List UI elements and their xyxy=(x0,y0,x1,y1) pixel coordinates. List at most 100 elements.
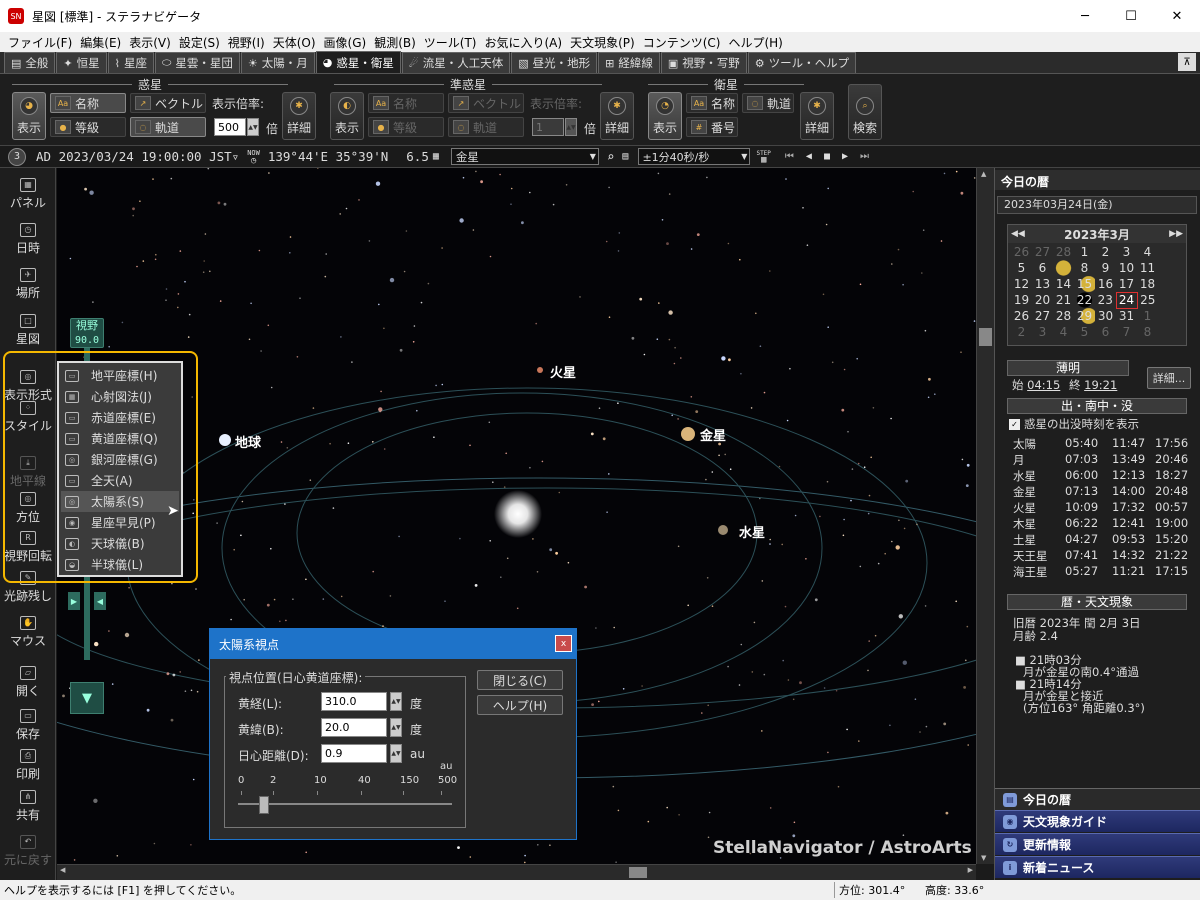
step-back-icon[interactable]: ◀ xyxy=(806,151,812,162)
left-tool-5[interactable]: ⁘ スタイル xyxy=(0,401,56,434)
calendar-day[interactable]: 29 xyxy=(1074,308,1095,324)
menu-option-1[interactable]: ▦ 心射図法(J) xyxy=(61,386,179,407)
calendar-day[interactable]: 28 xyxy=(1053,244,1074,260)
calendar-day[interactable]: 3 xyxy=(1032,324,1053,340)
calendar-day[interactable]: 8 xyxy=(1137,324,1158,340)
acc-today[interactable]: ▤ 今日の暦 xyxy=(995,788,1200,810)
earth-marker[interactable] xyxy=(219,434,231,446)
left-tool-8[interactable]: R 視野回転 xyxy=(0,531,56,564)
play-icon[interactable]: ▶ xyxy=(842,151,848,162)
menu-option-3[interactable]: ▭ 黄道座標(Q) xyxy=(61,428,179,449)
satellite-detail-button[interactable]: ✱ 詳細 xyxy=(800,92,834,140)
left-tool-15[interactable]: ↶ 元に戻す xyxy=(0,835,56,868)
left-tool-1[interactable]: ◷ 日時 xyxy=(0,223,56,256)
calendar-day[interactable]: 2 xyxy=(1011,324,1032,340)
calendar-day[interactable]: 8 xyxy=(1074,260,1095,276)
planet-vector-toggle[interactable]: ↗ ベクトル xyxy=(130,93,206,113)
left-tool-0[interactable]: ▦ パネル xyxy=(0,178,56,211)
menu-item-7[interactable]: 観測(B) xyxy=(370,34,420,51)
tab-1[interactable]: ✦ 恒星 xyxy=(56,52,107,73)
menu-item-11[interactable]: コンテンツ(C) xyxy=(639,34,725,51)
dwarf-vector-toggle[interactable]: ↗ ベクトル xyxy=(448,93,524,113)
dwarf-scale-spinner[interactable]: ▲▼ xyxy=(565,118,577,136)
menu-item-8[interactable]: ツール(T) xyxy=(420,34,481,51)
left-tool-10[interactable]: ✋ マウス xyxy=(0,616,56,649)
stop-icon[interactable]: ■ xyxy=(824,151,830,162)
dialog-title-bar[interactable]: 太陽系視点 xyxy=(210,629,576,659)
calendar-day[interactable]: 27 xyxy=(1032,244,1053,260)
dialog-help-button[interactable]: ヘルプ(H) xyxy=(477,695,563,715)
calendar-day[interactable]: 17 xyxy=(1116,276,1137,292)
menu-option-2[interactable]: ▭ 赤道座標(E) xyxy=(61,407,179,428)
left-tool-9[interactable]: ✎ 光跡残し xyxy=(0,571,56,604)
dwarf-orbit-toggle[interactable]: ◌ 軌道 xyxy=(448,117,524,137)
list-icon[interactable]: ▤ xyxy=(622,151,628,162)
calendar-day[interactable]: 1 xyxy=(1137,308,1158,324)
calendar-day[interactable]: 9 xyxy=(1095,260,1116,276)
calendar-day[interactable]: 3 xyxy=(1116,244,1137,260)
minimize-button[interactable]: ─ xyxy=(1062,0,1108,32)
fov-slider-handle[interactable]: ▶ ◀ xyxy=(68,592,106,610)
menu-item-4[interactable]: 視野(I) xyxy=(224,34,269,51)
mars-label[interactable]: 火星 xyxy=(550,362,576,381)
left-tool-3[interactable]: □ 星図 xyxy=(0,314,56,347)
planet-scale-spinner[interactable]: ▲▼ xyxy=(247,118,259,136)
calendar-day[interactable]: 19 xyxy=(1011,292,1032,308)
calendar-day[interactable]: 31 xyxy=(1116,308,1137,324)
tab-3[interactable]: ⬭ 星雲・星団 xyxy=(155,52,240,73)
calendar-day[interactable]: 5 xyxy=(1074,324,1095,340)
distance-spinner[interactable]: ▲▼ xyxy=(390,744,402,763)
menu-item-12[interactable]: ヘルプ(H) xyxy=(724,34,786,51)
calendar-day[interactable]: 16 xyxy=(1095,276,1116,292)
venus-marker[interactable] xyxy=(681,427,695,441)
venus-label[interactable]: 金星 xyxy=(700,425,726,444)
left-tool-11[interactable]: ▱ 開く xyxy=(0,666,56,699)
planet-scale-input[interactable]: 500 xyxy=(214,118,246,136)
calendar-day[interactable]: 2 xyxy=(1095,244,1116,260)
calendar-day[interactable]: 6 xyxy=(1032,260,1053,276)
vertical-scrollbar[interactable]: ▲ ▼ xyxy=(976,168,994,864)
left-tool-6[interactable]: ⤓ 地平線 xyxy=(0,456,56,489)
calendar-day[interactable]: 10 xyxy=(1116,260,1137,276)
latitude-spinner[interactable]: ▲▼ xyxy=(390,718,402,737)
calendar-day[interactable]: 25 xyxy=(1137,292,1158,308)
keyboard-icon[interactable]: ▦ xyxy=(433,151,439,162)
search-button[interactable]: ⌕ 検索 xyxy=(848,84,882,140)
latitude-input[interactable]: 20.0 xyxy=(321,718,387,737)
calendar-next-icon[interactable]: ▶▶ xyxy=(1169,229,1183,239)
left-tool-7[interactable]: ◎ 方位 xyxy=(0,492,56,525)
tab-9[interactable]: ▣ 視野・写野 xyxy=(660,52,747,73)
calendar-day[interactable]: 21 xyxy=(1053,292,1074,308)
sun[interactable] xyxy=(494,490,542,538)
calendar-day[interactable]: 12 xyxy=(1011,276,1032,292)
planet-name-toggle[interactable]: Aa 名称 xyxy=(50,93,126,113)
menu-item-3[interactable]: 設定(S) xyxy=(175,34,224,51)
now-button[interactable]: NOW ◷ xyxy=(247,149,260,166)
calendar-day[interactable]: 24 xyxy=(1115,291,1138,309)
mars-marker[interactable] xyxy=(537,367,543,373)
maximize-button[interactable]: ☐ xyxy=(1108,0,1154,32)
calendar-day[interactable]: 6 xyxy=(1095,324,1116,340)
calendar-day[interactable]: 18 xyxy=(1137,276,1158,292)
acc-updates[interactable]: ↻ 更新情報 xyxy=(995,833,1200,855)
dwarf-grade-toggle[interactable]: ● 等級 xyxy=(368,117,444,137)
menu-option-0[interactable]: ▭ 地平座標(H) xyxy=(61,365,179,386)
menu-item-0[interactable]: ファイル(F) xyxy=(4,34,76,51)
tab-4[interactable]: ☀ 太陽・月 xyxy=(240,52,315,73)
calendar-day[interactable]: 23 xyxy=(1095,292,1116,308)
left-tool-2[interactable]: ✈ 場所 xyxy=(0,268,56,301)
skip-forward-icon[interactable]: ⏭ xyxy=(860,151,869,162)
dwarf-show-button[interactable]: ◐ 表示 xyxy=(330,92,364,140)
planet-grade-toggle[interactable]: ● 等級 xyxy=(50,117,126,137)
acc-event-guide[interactable]: ◉ 天文現象ガイド xyxy=(995,810,1200,832)
tab-5[interactable]: ◕ 惑星・衛星 xyxy=(315,51,401,73)
scroll-up-icon[interactable]: ▲ xyxy=(981,170,986,178)
rise-set-checkbox[interactable]: ✓ 惑星の出没時刻を表示 xyxy=(1009,416,1139,432)
tab-0[interactable]: ▤ 全般 xyxy=(4,52,56,73)
menu-option-7[interactable]: ◉ 星座早見(P) xyxy=(61,512,179,533)
left-tool-4[interactable]: ◎ 表示形式 xyxy=(0,370,56,403)
mercury-marker[interactable] xyxy=(718,525,728,535)
distance-slider-thumb[interactable] xyxy=(258,796,269,814)
satellite-show-button[interactable]: ◔ 表示 xyxy=(648,92,682,140)
tab-2[interactable]: ⌇ 星座 xyxy=(107,52,154,73)
